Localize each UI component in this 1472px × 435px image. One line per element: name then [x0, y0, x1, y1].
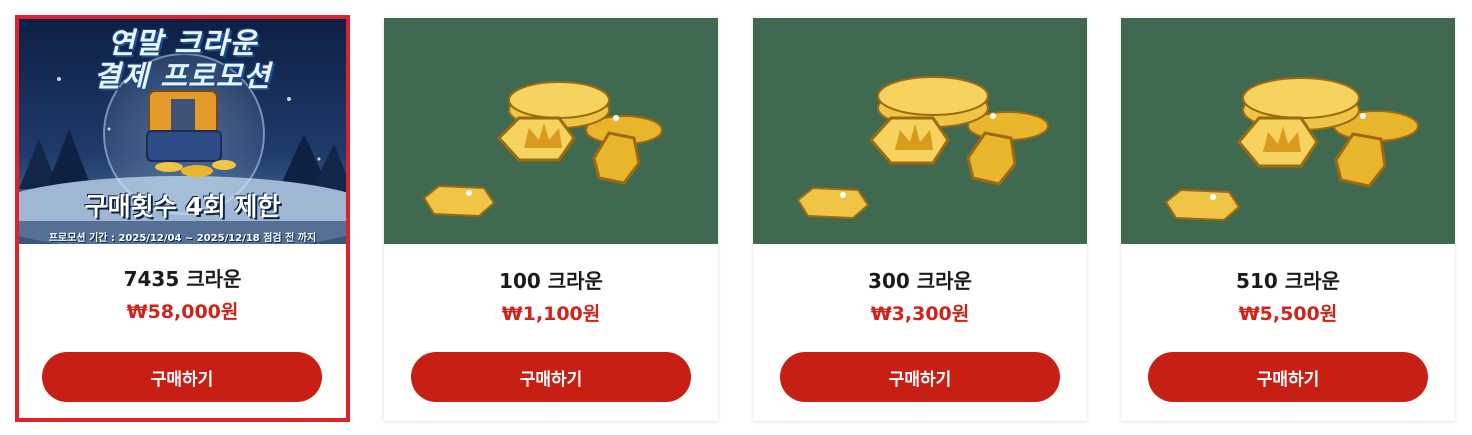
promo-title: 연말 크라운 결제 프로모션 [93, 26, 272, 93]
product-name: 300 크라운 [868, 269, 972, 293]
buy-button[interactable]: 구매하기 [42, 352, 322, 402]
product-price: ₩3,300원 [870, 303, 970, 325]
product-card-510-crowns[interactable]: 510 크라운 ₩5,500원 구매하기 [1121, 18, 1455, 421]
product-price: ₩1,100원 [501, 303, 601, 325]
product-name: 7435 크라운 [123, 267, 242, 291]
crown-coins-image [1121, 18, 1455, 244]
crown-coins-art [384, 18, 718, 244]
crown-coins-art [1121, 18, 1455, 244]
crown-coins-image [753, 18, 1087, 244]
product-name: 510 크라운 [1236, 269, 1340, 293]
product-card-100-crowns[interactable]: 100 크라운 ₩1,100원 구매하기 [384, 18, 718, 421]
buy-button[interactable]: 구매하기 [780, 352, 1060, 402]
buy-button[interactable]: 구매하기 [1148, 352, 1428, 402]
product-name: 100 크라운 [499, 269, 603, 293]
product-card-7435-crowns[interactable]: 연말 크라운 결제 프로모션 구매횟수 4회 제한 프로모션 기간 : 2025… [15, 15, 350, 422]
product-price: ₩5,500원 [1238, 303, 1338, 325]
promo-period-text: 프로모션 기간 : 2025/12/04 ~ 2025/12/18 점검 전 까… [48, 233, 317, 244]
product-grid: 연말 크라운 결제 프로모션 구매횟수 4회 제한 프로모션 기간 : 2025… [0, 0, 1472, 435]
purchase-limit-text: 구매횟수 4회 제한 [84, 192, 281, 221]
crown-coins-image [384, 18, 718, 244]
product-card-300-crowns[interactable]: 300 크라운 ₩3,300원 구매하기 [753, 18, 1087, 421]
buy-button[interactable]: 구매하기 [411, 352, 691, 402]
product-price: ₩58,000원 [126, 301, 239, 323]
promo-banner-image: 연말 크라운 결제 프로모션 구매횟수 4회 제한 프로모션 기간 : 2025… [19, 19, 346, 244]
crown-coins-art [753, 18, 1087, 244]
